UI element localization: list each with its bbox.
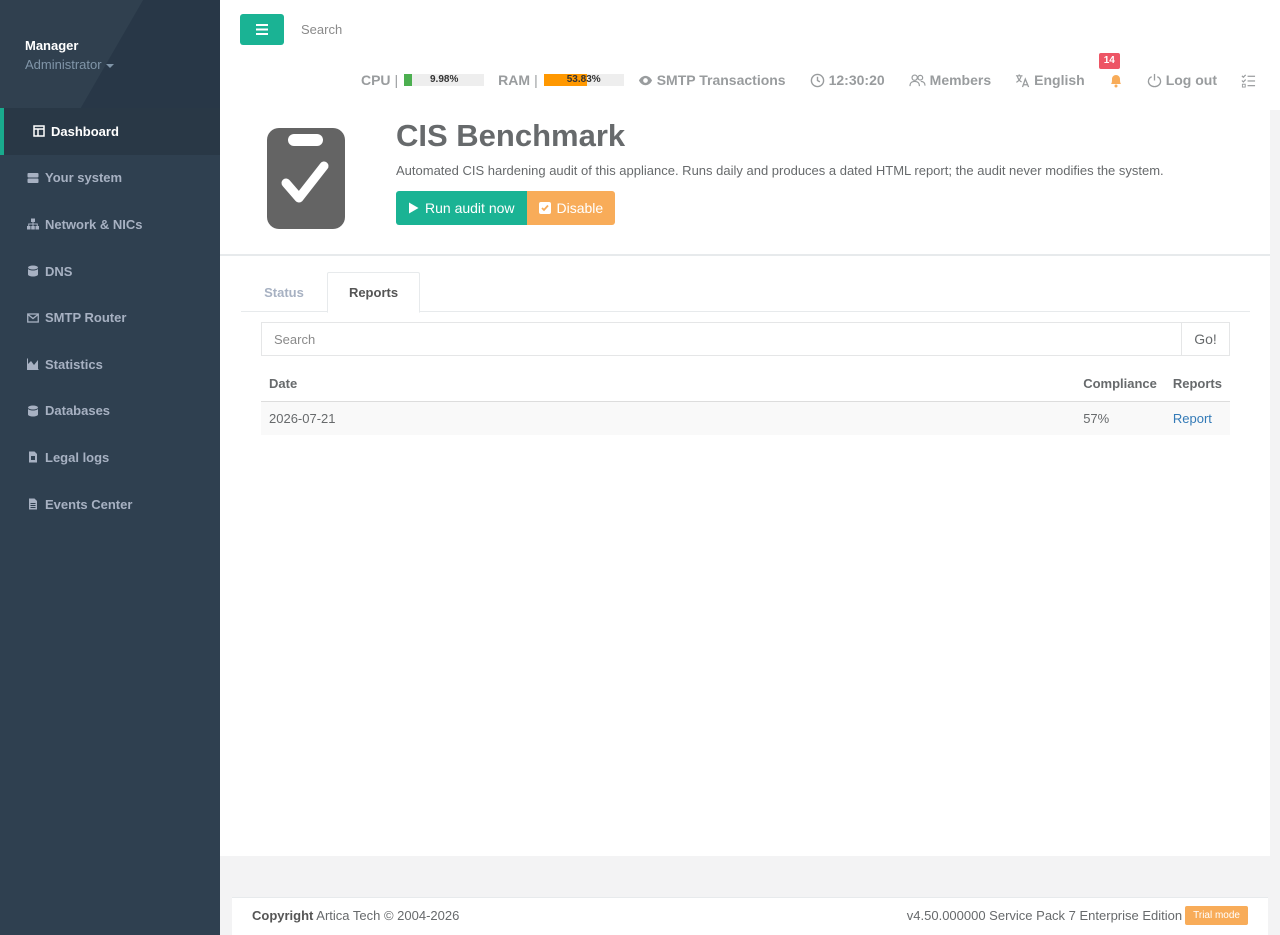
separator: | bbox=[394, 72, 399, 88]
tab-status[interactable]: Status bbox=[241, 272, 327, 312]
check-square-icon bbox=[538, 202, 551, 214]
cpu-progress: 9.98% bbox=[404, 74, 485, 86]
status-bar: CPU | 9.98% RAM | 53.83% SMTP Transactio… bbox=[220, 52, 1260, 94]
column-header-compliance[interactable]: Compliance bbox=[1075, 366, 1165, 402]
clock: 12:30:20 bbox=[810, 72, 885, 88]
report-link[interactable]: Report bbox=[1173, 411, 1212, 426]
top-search-input[interactable] bbox=[292, 14, 592, 45]
table-row: 2026-07-21 57% Report bbox=[261, 401, 1230, 435]
sidebar-item-statistics[interactable]: Statistics bbox=[0, 341, 220, 388]
sidebar-item-dns[interactable]: DNS bbox=[0, 248, 220, 295]
separator: | bbox=[534, 72, 538, 88]
dashboard-icon bbox=[32, 125, 46, 138]
top-navbar: CPU | 9.98% RAM | 53.83% SMTP Transactio… bbox=[220, 0, 1280, 110]
run-audit-button[interactable]: Run audit now bbox=[396, 191, 527, 225]
tab-reports[interactable]: Reports bbox=[327, 272, 420, 313]
menu-toggle-button[interactable] bbox=[240, 14, 284, 45]
file-text-icon bbox=[26, 498, 40, 510]
sidebar-item-label: Legal logs bbox=[45, 449, 110, 465]
language-icon bbox=[1016, 73, 1030, 87]
ram-value: 53.83% bbox=[566, 74, 601, 85]
envelope-icon bbox=[26, 312, 40, 324]
notifications-badge: 14 bbox=[1098, 52, 1120, 69]
sidebar-item-label: SMTP Router bbox=[45, 310, 127, 326]
sidebar-item-your-system[interactable]: Your system bbox=[0, 155, 220, 202]
column-header-date[interactable]: Date bbox=[261, 366, 1076, 402]
copyright: Copyright Artica Tech © 2004-2026 bbox=[252, 908, 460, 923]
smtp-transactions-link[interactable]: SMTP Transactions bbox=[638, 72, 786, 88]
page-title: CIS Benchmark bbox=[396, 118, 626, 153]
hamburger-icon bbox=[256, 24, 268, 35]
bell-icon bbox=[1110, 74, 1121, 87]
eye-icon bbox=[638, 75, 652, 85]
version-text: v4.50.000000 Service Pack 7 Enterprise E… bbox=[906, 908, 1183, 923]
version-info: v4.50.000000 Service Pack 7 Enterprise E… bbox=[907, 906, 1248, 925]
members-link[interactable]: Members bbox=[909, 72, 991, 88]
sidebar-item-network[interactable]: Network & NICs bbox=[0, 201, 220, 248]
sidebar-item-dashboard[interactable]: Dashboard bbox=[0, 108, 220, 155]
disable-button[interactable]: Disable bbox=[526, 191, 616, 225]
sidebar-item-events-center[interactable]: Events Center bbox=[0, 481, 220, 528]
sidebar-item-label: DNS bbox=[45, 263, 73, 279]
trial-badge: Trial mode bbox=[1185, 906, 1248, 925]
cell-date: 2026-07-21 bbox=[261, 401, 1076, 435]
reports-search: Go! bbox=[261, 322, 1230, 356]
cell-report: Report bbox=[1164, 401, 1230, 435]
profile-header: Manager Administrator bbox=[0, 0, 220, 108]
ram-label: RAM bbox=[498, 72, 531, 88]
language-selector[interactable]: English bbox=[1015, 72, 1085, 88]
logout-link[interactable]: Log out bbox=[1147, 72, 1217, 88]
database-icon bbox=[26, 265, 40, 277]
cpu-value: 9.98% bbox=[429, 74, 459, 85]
area-chart-icon bbox=[26, 358, 40, 371]
profile-role-dropdown[interactable]: Administrator bbox=[25, 57, 114, 72]
table-header-row: Date Compliance Reports bbox=[261, 366, 1230, 402]
sidebar-item-smtp-router[interactable]: SMTP Router bbox=[0, 294, 220, 341]
tasks-button[interactable] bbox=[1241, 73, 1260, 88]
profile-name: Manager bbox=[25, 38, 79, 53]
go-button[interactable]: Go! bbox=[1181, 322, 1230, 356]
database-icon bbox=[26, 405, 40, 417]
page-description: Automated CIS hardening audit of this ap… bbox=[396, 163, 1164, 178]
action-buttons: Run audit now Disable bbox=[396, 191, 616, 225]
sidebar: Manager Administrator Dashboard Your sys… bbox=[0, 0, 220, 935]
sidebar-item-legal-logs[interactable]: Legal logs bbox=[0, 434, 220, 481]
sidebar-item-label: Databases bbox=[45, 403, 111, 419]
sidebar-item-label: Network & NICs bbox=[45, 216, 143, 232]
sidebar-item-label: Statistics bbox=[45, 356, 103, 372]
tab-bar: Status Reports bbox=[241, 272, 1250, 313]
notifications-button[interactable]: 14 bbox=[1098, 52, 1123, 88]
ram-progress: 53.83% bbox=[543, 74, 624, 86]
sidebar-item-label: Your system bbox=[45, 170, 123, 186]
play-icon bbox=[409, 202, 419, 214]
caret-down-icon bbox=[105, 63, 114, 68]
cpu-label: CPU bbox=[360, 72, 391, 88]
users-icon bbox=[909, 73, 926, 86]
page-header: CIS Benchmark Automated CIS hardening au… bbox=[220, 110, 1270, 256]
cell-compliance: 57% bbox=[1075, 401, 1165, 435]
clock-icon bbox=[810, 73, 824, 87]
sidebar-item-label: Events Center bbox=[45, 496, 133, 512]
footer: Copyright Artica Tech © 2004-2026 v4.50.… bbox=[232, 897, 1268, 935]
tasks-icon bbox=[1241, 73, 1256, 88]
server-icon bbox=[26, 172, 40, 184]
reports-search-input[interactable] bbox=[261, 322, 1181, 356]
clipboard-check-icon bbox=[267, 128, 345, 229]
file-icon bbox=[26, 451, 40, 463]
sidebar-item-label: Dashboard bbox=[51, 123, 119, 139]
column-header-reports[interactable]: Reports bbox=[1164, 366, 1230, 402]
sidebar-item-databases[interactable]: Databases bbox=[0, 388, 220, 435]
sitemap-icon bbox=[26, 218, 40, 230]
power-icon bbox=[1147, 73, 1161, 87]
main-content: Status Reports Go! Date Compliance Repor… bbox=[220, 256, 1270, 856]
reports-table: Date Compliance Reports 2026-07-21 57% R… bbox=[261, 366, 1230, 435]
